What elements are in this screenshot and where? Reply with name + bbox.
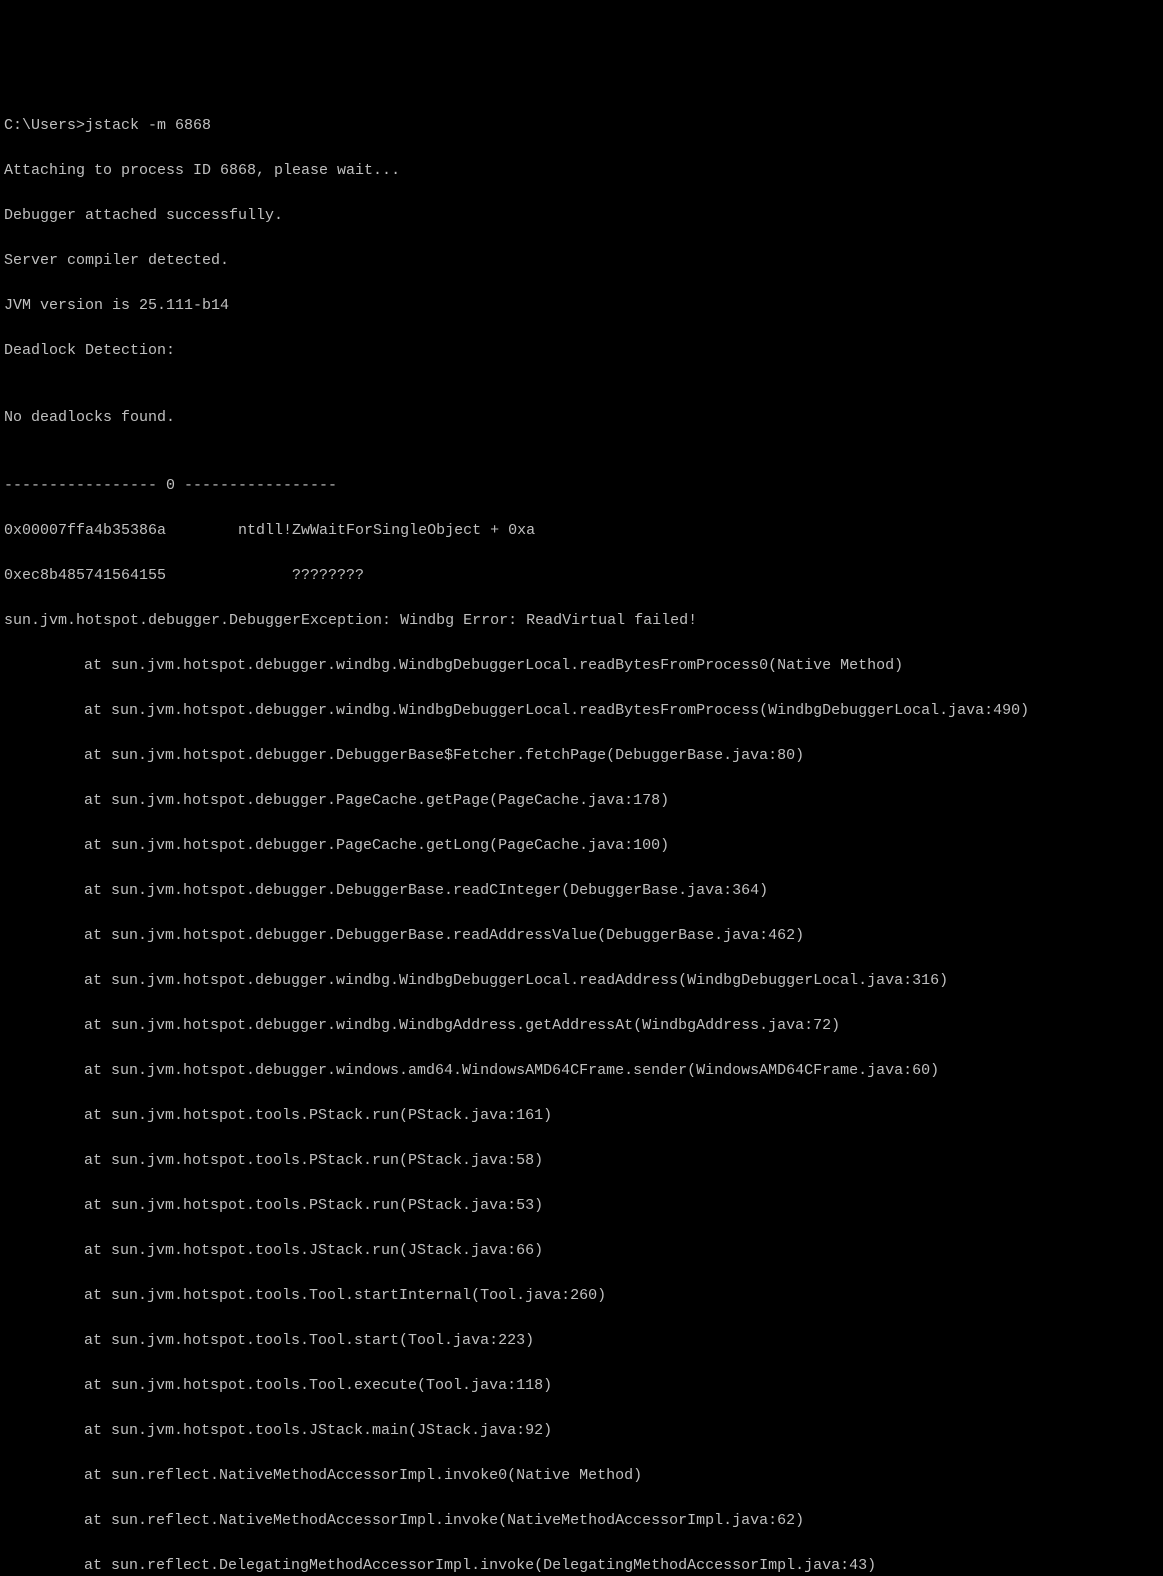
output-line: 0xec8b485741564155 ???????? (4, 565, 1159, 588)
output-line: 0x00007ffa4b35386a ntdll!ZwWaitForSingle… (4, 520, 1159, 543)
stack-trace-line: at sun.jvm.hotspot.tools.Tool.startInter… (4, 1285, 1159, 1308)
stack-trace-line: at sun.jvm.hotspot.debugger.PageCache.ge… (4, 835, 1159, 858)
output-line: Server compiler detected. (4, 250, 1159, 273)
stack-trace-line: at sun.jvm.hotspot.tools.PStack.run(PSta… (4, 1105, 1159, 1128)
stack-trace-line: at sun.jvm.hotspot.tools.Tool.start(Tool… (4, 1330, 1159, 1353)
stack-trace-line: at sun.jvm.hotspot.debugger.DebuggerBase… (4, 745, 1159, 768)
output-line: Debugger attached successfully. (4, 205, 1159, 228)
stack-trace-line: at sun.jvm.hotspot.debugger.windows.amd6… (4, 1060, 1159, 1083)
stack-trace-line: at sun.reflect.DelegatingMethodAccessorI… (4, 1555, 1159, 1576)
stack-trace-line: at sun.jvm.hotspot.tools.PStack.run(PSta… (4, 1195, 1159, 1218)
stack-trace-line: at sun.jvm.hotspot.debugger.windbg.Windb… (4, 1015, 1159, 1038)
stack-trace-line: at sun.jvm.hotspot.tools.JStack.main(JSt… (4, 1420, 1159, 1443)
stack-trace-line: at sun.jvm.hotspot.debugger.DebuggerBase… (4, 880, 1159, 903)
stack-trace-line: at sun.reflect.NativeMethodAccessorImpl.… (4, 1510, 1159, 1533)
stack-trace-line: at sun.reflect.NativeMethodAccessorImpl.… (4, 1465, 1159, 1488)
command-line: C:\Users>jstack -m 6868 (4, 115, 1159, 138)
prompt: C:\Users> (4, 117, 85, 134)
stack-trace-line: at sun.jvm.hotspot.tools.JStack.run(JSta… (4, 1240, 1159, 1263)
stack-trace-line: at sun.jvm.hotspot.debugger.windbg.Windb… (4, 700, 1159, 723)
output-line: Attaching to process ID 6868, please wai… (4, 160, 1159, 183)
stack-trace-line: at sun.jvm.hotspot.tools.PStack.run(PSta… (4, 1150, 1159, 1173)
output-line: Deadlock Detection: (4, 340, 1159, 363)
stack-trace-line: at sun.jvm.hotspot.tools.Tool.execute(To… (4, 1375, 1159, 1398)
terminal-window[interactable]: C:\Users>jstack -m 6868 Attaching to pro… (4, 92, 1159, 1576)
exception-line: sun.jvm.hotspot.debugger.DebuggerExcepti… (4, 610, 1159, 633)
stack-trace-line: at sun.jvm.hotspot.debugger.windbg.Windb… (4, 970, 1159, 993)
output-line: JVM version is 25.111-b14 (4, 295, 1159, 318)
output-line: No deadlocks found. (4, 407, 1159, 430)
command: jstack -m 6868 (85, 117, 211, 134)
stack-trace-line: at sun.jvm.hotspot.debugger.PageCache.ge… (4, 790, 1159, 813)
output-line: ----------------- 0 ----------------- (4, 475, 1159, 498)
stack-trace-line: at sun.jvm.hotspot.debugger.windbg.Windb… (4, 655, 1159, 678)
stack-trace-line: at sun.jvm.hotspot.debugger.DebuggerBase… (4, 925, 1159, 948)
